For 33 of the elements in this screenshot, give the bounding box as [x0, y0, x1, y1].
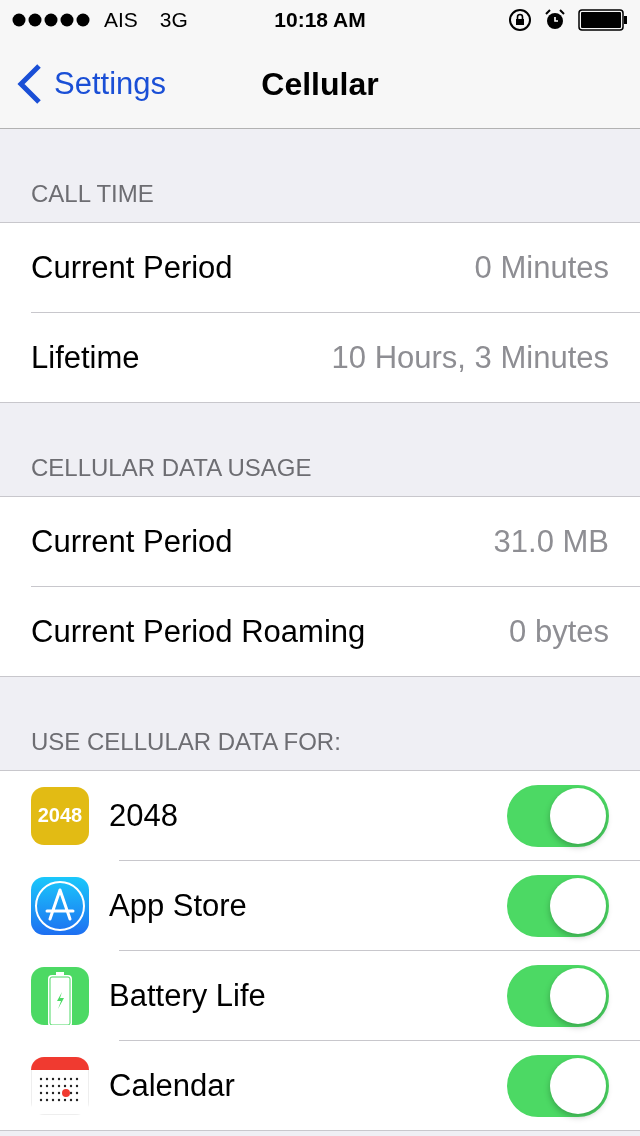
row-label: Current Period	[31, 249, 234, 286]
section-header: CALL TIME	[31, 180, 154, 208]
row-value: 10 Hours, 3 Minutes	[331, 339, 609, 376]
app-name: App Store	[109, 887, 248, 924]
row-label: Lifetime	[31, 339, 141, 376]
section-header: USE CELLULAR DATA FOR:	[31, 728, 341, 756]
row-value: 31.0 MB	[493, 523, 609, 560]
carrier: AIS	[104, 8, 138, 32]
clock: 10:18 AM	[274, 8, 366, 32]
app-name: Battery Life	[109, 977, 267, 1014]
row-value: 0 bytes	[509, 613, 609, 650]
row-value: 0 Minutes	[474, 249, 609, 286]
network-type: 3G	[159, 8, 188, 32]
battery-icon	[578, 9, 628, 31]
rotation-lock-icon	[508, 8, 532, 32]
toggle-switch[interactable]	[507, 784, 609, 847]
app-name: 2048	[109, 797, 179, 834]
app-name: Calendar	[109, 1067, 236, 1104]
app-store-icon	[31, 876, 89, 935]
signal-icon	[12, 13, 92, 27]
calendar-icon	[31, 1056, 89, 1115]
page-title: Cellular	[261, 65, 379, 102]
chevron-left-icon	[16, 63, 42, 105]
row-label: Current Period Roaming	[31, 613, 367, 650]
row-label: Current Period	[31, 523, 234, 560]
back-button[interactable]: Settings	[0, 63, 166, 105]
section-header: CELLULAR DATA USAGE	[31, 454, 312, 482]
battery-icon	[31, 966, 89, 1025]
toggle-switch[interactable]	[507, 1054, 609, 1117]
toggle-switch[interactable]	[507, 874, 609, 937]
toggle-switch[interactable]	[507, 964, 609, 1027]
app-icon: 2048	[31, 786, 89, 845]
alarm-icon	[544, 9, 566, 31]
